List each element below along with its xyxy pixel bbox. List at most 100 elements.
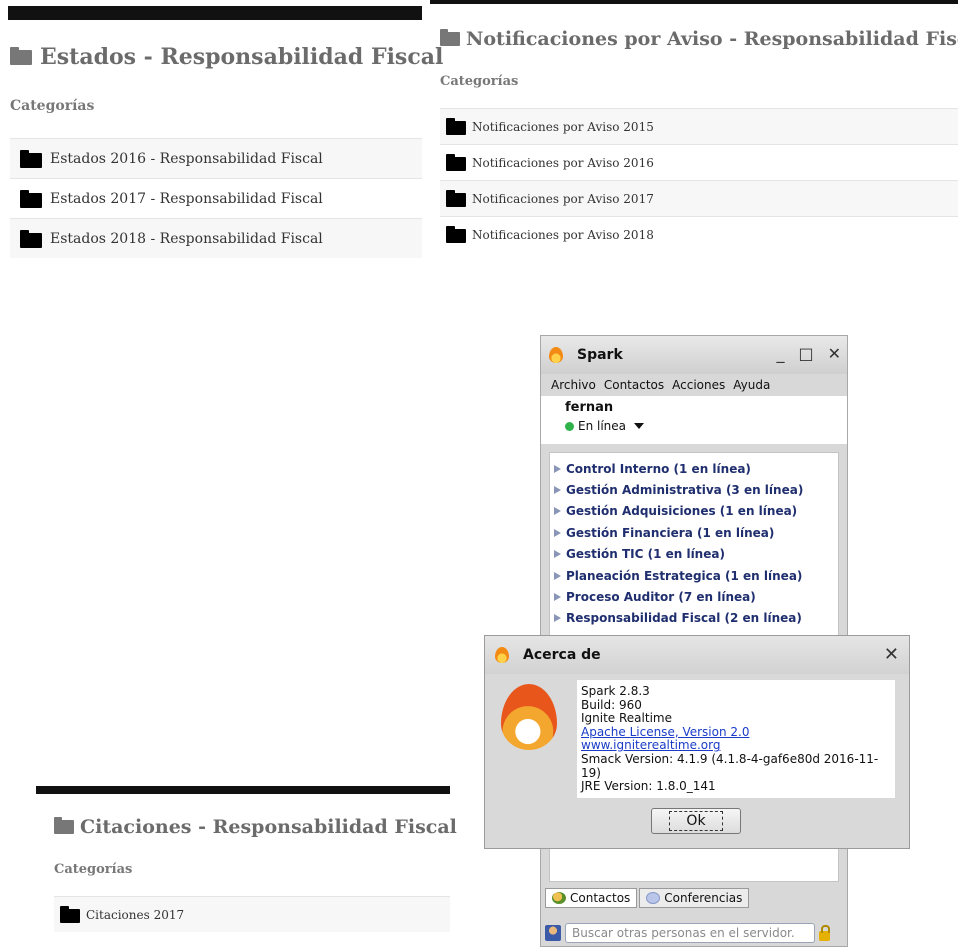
citaciones-categories-label: Categorías: [54, 862, 133, 877]
estados-title: Estados - Responsabilidad Fiscal: [10, 44, 443, 70]
folder-icon: [10, 46, 32, 65]
status-selector[interactable]: En línea: [565, 419, 847, 433]
vendor-text: Ignite Realtime: [581, 711, 672, 726]
spark-titlebar[interactable]: Spark _ □ ✕: [541, 336, 847, 374]
tab-conferencias[interactable]: Conferencias: [639, 888, 750, 908]
status-label: En línea: [578, 419, 627, 433]
search-input[interactable]: Buscar otras personas en el servidor.: [565, 923, 815, 943]
list-item-label: Estados 2017 - Responsabilidad Fiscal: [50, 190, 323, 207]
online-status-icon: [565, 421, 574, 431]
folder-icon: [446, 226, 466, 243]
notificaciones-title: Notificaciones por Aviso - Responsabilid…: [440, 28, 958, 50]
bottom-tabs: Contactos Conferencias: [545, 888, 750, 908]
expand-arrow-icon: [554, 550, 561, 559]
folder-icon: [446, 118, 466, 135]
list-item[interactable]: Notificaciones por Aviso 2016: [440, 144, 958, 180]
citaciones-title-text: Citaciones - Responsabilidad Fiscal: [80, 816, 457, 838]
group-item[interactable]: Gestión TIC (1 en línea): [554, 544, 838, 565]
estados-topbar: [8, 6, 422, 20]
user-box: fernan En línea: [541, 396, 847, 444]
spark-title: Spark: [577, 347, 623, 363]
group-item[interactable]: Proceso Auditor (7 en línea): [554, 586, 838, 607]
folder-icon: [440, 29, 460, 46]
menu-contactos[interactable]: Contactos: [604, 378, 664, 392]
about-info: Spark 2.8.3 Build: 960 Ignite Realtime A…: [577, 680, 895, 798]
expand-arrow-icon: [554, 507, 561, 516]
website-link[interactable]: www.igniterealtime.org: [581, 739, 891, 753]
lock-icon[interactable]: [819, 924, 830, 941]
notificaciones-topbar: [430, 0, 958, 4]
citaciones-title: Citaciones - Responsabilidad Fiscal: [54, 816, 457, 838]
folder-icon: [54, 817, 74, 834]
group-label: Gestión Adquisiciones (1 en línea): [566, 504, 798, 519]
close-button[interactable]: ✕: [884, 644, 899, 665]
spark-logo-icon: [549, 347, 563, 363]
group-item[interactable]: Gestión Financiera (1 en línea): [554, 522, 838, 543]
close-button[interactable]: ✕: [828, 344, 841, 363]
about-dialog: Acerca de ✕ Spark 2.8.3 Build: 960 Ignit…: [484, 635, 910, 849]
version-text: Spark 2.8.3: [581, 684, 650, 698]
list-item-label: Estados 2016 - Responsabilidad Fiscal: [50, 150, 323, 167]
caret-down-icon: [634, 423, 645, 429]
list-item-label: Notificaciones por Aviso 2017: [472, 191, 654, 206]
tab-label: Contactos: [570, 891, 631, 905]
estados-list: Estados 2016 - Responsabilidad Fiscal Es…: [10, 138, 422, 258]
menu-acciones[interactable]: Acciones: [672, 378, 725, 392]
notificaciones-list: Notificaciones por Aviso 2015 Notificaci…: [440, 108, 958, 252]
username: fernan: [565, 400, 614, 415]
group-label: Responsabilidad Fiscal (2 en línea): [566, 611, 802, 626]
group-label: Control Interno (1 en línea): [566, 461, 751, 476]
group-label: Gestión Financiera (1 en línea): [566, 525, 775, 540]
group-item[interactable]: Planeación Estrategica (1 en línea): [554, 565, 838, 586]
person-search-icon[interactable]: [545, 925, 561, 941]
list-item[interactable]: Notificaciones por Aviso 2018: [440, 216, 958, 252]
list-item[interactable]: Citaciones 2017: [54, 896, 450, 932]
group-item[interactable]: Gestión Adquisiciones (1 en línea): [554, 501, 838, 522]
list-item[interactable]: Estados 2017 - Responsabilidad Fiscal: [10, 178, 422, 218]
about-title: Acerca de: [523, 647, 601, 663]
folder-icon: [446, 154, 466, 171]
expand-arrow-icon: [554, 464, 561, 473]
list-item-label: Notificaciones por Aviso 2016: [472, 155, 654, 170]
citaciones-list: Citaciones 2017: [54, 896, 450, 932]
about-titlebar[interactable]: Acerca de ✕: [485, 636, 909, 674]
notificaciones-categories-label: Categorías: [440, 74, 519, 89]
smack-version-text: Smack Version: 4.1.9 (4.1.8-4-gaf6e80d 2…: [581, 751, 879, 780]
ok-button[interactable]: Ok: [651, 808, 741, 834]
list-item[interactable]: Notificaciones por Aviso 2015: [440, 108, 958, 144]
estados-categories-label: Categorías: [10, 98, 95, 114]
build-text: Build: 960: [581, 697, 642, 712]
estados-title-text: Estados - Responsabilidad Fiscal: [40, 44, 444, 70]
group-item[interactable]: Control Interno (1 en línea): [554, 458, 838, 479]
menu-archivo[interactable]: Archivo: [551, 378, 596, 392]
expand-arrow-icon: [554, 614, 561, 623]
folder-icon: [60, 906, 80, 923]
expand-arrow-icon: [554, 571, 561, 580]
group-item[interactable]: Responsabilidad Fiscal (2 en línea): [554, 608, 838, 629]
maximize-button[interactable]: □: [798, 344, 813, 363]
ok-label: Ok: [669, 811, 723, 831]
group-item[interactable]: Gestión Administrativa (3 en línea): [554, 479, 838, 500]
window-controls: _ □ ✕: [776, 344, 841, 363]
list-item[interactable]: Estados 2018 - Responsabilidad Fiscal: [10, 218, 422, 258]
folder-icon: [20, 189, 42, 208]
spark-logo-icon: [495, 647, 509, 663]
folder-icon: [446, 190, 466, 207]
menu-ayuda[interactable]: Ayuda: [733, 378, 770, 392]
list-item[interactable]: Notificaciones por Aviso 2017: [440, 180, 958, 216]
folder-icon: [20, 229, 42, 248]
tab-contactos[interactable]: Contactos: [545, 888, 638, 908]
list-item-label: Estados 2018 - Responsabilidad Fiscal: [50, 230, 323, 247]
jre-version-text: JRE Version: 1.8.0_141: [581, 779, 716, 794]
folder-icon: [20, 149, 42, 168]
minimize-button[interactable]: _: [776, 344, 784, 363]
list-item-label: Notificaciones por Aviso 2018: [472, 227, 654, 242]
expand-arrow-icon: [554, 528, 561, 537]
tab-label: Conferencias: [664, 891, 743, 905]
group-label: Proceso Auditor (7 en línea): [566, 590, 756, 605]
menu-bar: Archivo Contactos Acciones Ayuda: [541, 374, 847, 396]
expand-arrow-icon: [554, 593, 561, 602]
list-item[interactable]: Estados 2016 - Responsabilidad Fiscal: [10, 138, 422, 178]
license-link[interactable]: Apache License, Version 2.0: [581, 725, 891, 740]
list-item-label: Citaciones 2017: [86, 907, 185, 922]
